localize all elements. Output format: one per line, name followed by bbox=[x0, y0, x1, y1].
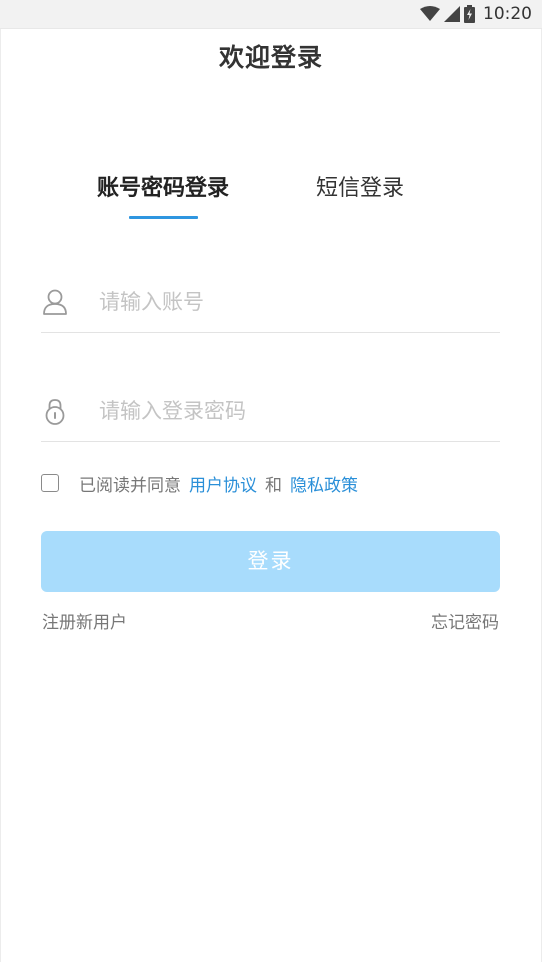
status-bar: 10:20 bbox=[0, 0, 542, 29]
page-title: 欢迎登录 bbox=[218, 43, 323, 72]
register-link[interactable]: 注册新用户 bbox=[42, 608, 127, 633]
account-field-row bbox=[41, 272, 500, 333]
agreement-checkbox[interactable] bbox=[41, 474, 59, 492]
lock-icon bbox=[45, 399, 65, 425]
signal-icon bbox=[444, 6, 460, 22]
user-agreement-link[interactable]: 用户协议 bbox=[189, 471, 257, 496]
user-icon bbox=[43, 289, 67, 315]
forgot-password-link[interactable]: 忘记密码 bbox=[431, 608, 499, 633]
agreement-prefix: 已阅读并同意 bbox=[79, 475, 181, 496]
login-screen: 10:20 欢迎登录 账号密码登录 短信登录 已阅读并同意 用户协议 和 隐私政… bbox=[0, 0, 542, 962]
password-input[interactable] bbox=[99, 393, 489, 429]
status-icons: 10:20 bbox=[420, 4, 532, 24]
login-button[interactable]: 登录 bbox=[41, 531, 500, 592]
privacy-policy-link[interactable]: 隐私政策 bbox=[290, 471, 358, 496]
active-tab-indicator bbox=[129, 216, 198, 219]
battery-charging-icon bbox=[464, 5, 475, 23]
wifi-icon bbox=[420, 6, 440, 21]
tab-sms-login[interactable]: 短信登录 bbox=[316, 172, 404, 206]
agreement-and-text: 和 bbox=[265, 475, 282, 496]
password-field-row bbox=[41, 381, 500, 442]
status-time: 10:20 bbox=[483, 4, 532, 24]
agreement-row: 已阅读并同意 用户协议 和 隐私政策 bbox=[41, 470, 358, 496]
account-input[interactable] bbox=[99, 284, 489, 320]
left-edge-divider bbox=[0, 28, 1, 962]
tab-password-login[interactable]: 账号密码登录 bbox=[97, 172, 229, 206]
